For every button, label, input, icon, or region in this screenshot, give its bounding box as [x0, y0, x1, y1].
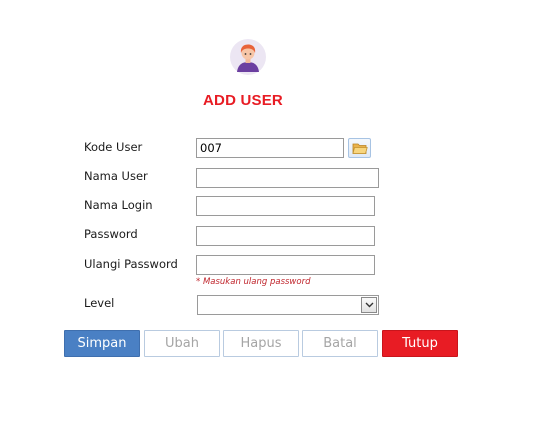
nama-login-field[interactable] [196, 196, 375, 216]
ulangi-password-label: Ulangi Password [84, 257, 178, 271]
password-hint: * Masukan ulang password [196, 277, 311, 287]
level-select[interactable] [197, 295, 379, 315]
nama-user-label: Nama User [84, 169, 148, 183]
ulangi-password-field[interactable] [196, 255, 375, 275]
chevron-down-icon[interactable] [361, 297, 377, 313]
batal-button[interactable]: Batal [302, 330, 378, 357]
hapus-button[interactable]: Hapus [223, 330, 299, 357]
kode-user-label: Kode User [84, 140, 143, 154]
add-user-form: ADD USER Kode User Nama User Nama Login … [0, 0, 538, 446]
password-label: Password [84, 227, 138, 241]
level-label: Level [84, 296, 115, 310]
browse-button[interactable] [348, 138, 371, 158]
password-field[interactable] [196, 226, 375, 246]
kode-user-field[interactable] [196, 138, 344, 158]
page-title: ADD USER [203, 92, 283, 109]
user-avatar-icon [230, 39, 266, 75]
nama-user-field[interactable] [196, 168, 379, 188]
simpan-button[interactable]: Simpan [64, 330, 140, 357]
tutup-button[interactable]: Tutup [382, 330, 458, 357]
nama-login-label: Nama Login [84, 198, 153, 212]
folder-open-icon [351, 142, 368, 155]
ubah-button[interactable]: Ubah [144, 330, 220, 357]
